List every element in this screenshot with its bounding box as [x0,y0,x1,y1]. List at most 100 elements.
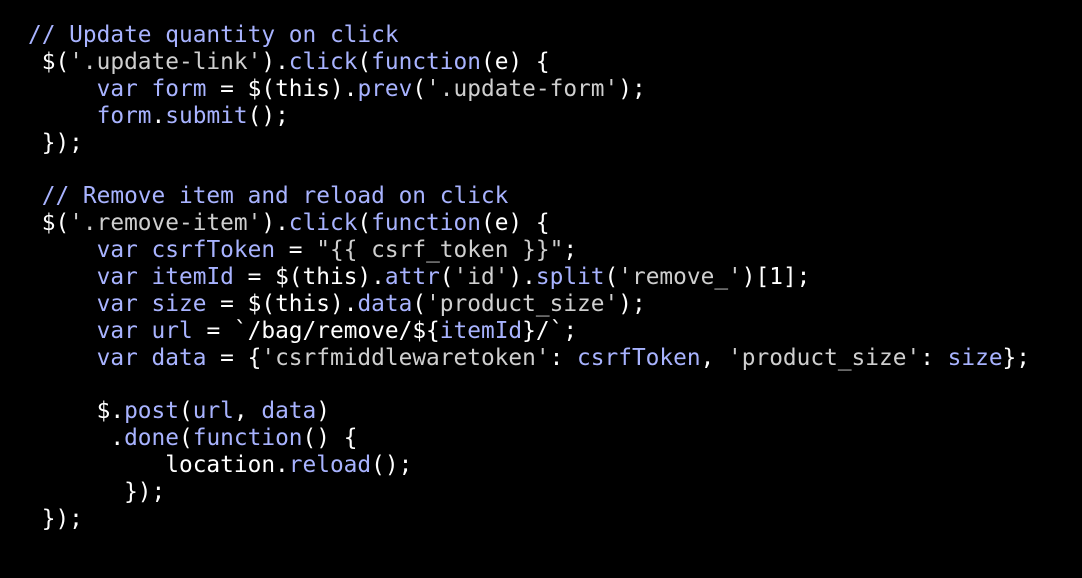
code-token-keyword: form [96,102,152,129]
code-line: var size = $(this).data('product_size'); [28,291,1030,318]
code-token-keyword: function [371,210,481,237]
code-token-plain: ( [178,398,193,425]
code-token-string: '.update-form' [426,75,619,102]
code-token-keyword: var [96,75,138,102]
code-token-plain: . [28,425,125,452]
code-line: .done(function() { [28,425,1030,452]
code-token-plain: }; [1002,344,1030,371]
code-token-plain: ) [316,398,330,425]
code-token-keyword: prev [357,75,413,102]
code-token-keyword: data [151,344,207,371]
code-token-plain: }/`; [522,317,578,344]
code-token-plain: (e) { [480,210,550,237]
code-token-keyword: var [96,237,138,264]
code-token-keyword: itemId [439,317,523,344]
code-token-plain: ( [178,425,193,452]
code-line: // Remove item and reload on click [28,183,1030,210]
code-token-string: 'id' [453,264,509,291]
code-line: location.reload(); [28,452,1030,479]
code-token-keyword: var [96,290,138,317]
code-token-plain: ; [563,237,578,264]
code-line: // Update quantity on click [28,22,1030,49]
code-token-plain: ( [439,264,454,291]
code-token-plain: (); [247,102,289,129]
code-token-keyword: click [288,48,358,75]
code-token-plain: = $(this). [206,75,358,102]
code-token-plain: = { [206,344,262,371]
code-token-plain: : [920,344,948,371]
code-token-plain: ( [604,264,619,291]
code-token-string: '.update-link' [69,48,262,75]
code-token-plain: }); [28,479,166,506]
code-line: $.post(url, data) [28,398,1030,425]
code-token-keyword: size [947,344,1003,371]
code-token-keyword: data [357,290,413,317]
code-token-plain: $( [28,48,70,75]
code-token-keyword: click [288,210,358,237]
code-token-plain: ). [261,210,289,237]
code-token-keyword: csrfToken [577,344,701,371]
code-token-plain: ( [412,290,427,317]
code-line: }); [28,506,1030,533]
code-token-plain: . [151,102,166,129]
code-token-string: 'product_size' [426,290,619,317]
code-token-plain: (e) { [480,48,550,75]
code-token-keyword: reload [288,452,372,479]
code-token-keyword: var [96,344,138,371]
code-token-keyword: url [192,398,234,425]
code-token-plain: , [700,344,729,371]
code-token-keyword: url [151,317,193,344]
code-token-plain: ( [357,210,372,237]
code-line: var data = {'csrfmiddlewaretoken': csrfT… [28,345,1030,372]
code-token-plain: ); [618,290,646,317]
code-token-keyword: size [151,290,207,317]
code-token-plain: = `/bag/remove/${ [192,317,440,344]
code-token-plain: )[1]; [741,264,811,291]
code-token-plain: = $(this). [206,290,358,317]
code-line: }); [28,130,1030,157]
code-token-string: 'product_size' [728,344,921,371]
code-token-string: 'remove_' [618,264,742,291]
code-token-plain: ( [357,48,372,75]
code-line: $('.update-link').click(function(e) { [28,49,1030,76]
code-token-plain: (); [371,452,413,479]
code-token-keyword: form [151,75,207,102]
code-token-plain: ). [508,264,536,291]
code-token-plain: ( [412,75,427,102]
code-line: }); [28,479,1030,506]
code-line: form.submit(); [28,103,1030,130]
code-token-plain: = $(this). [233,264,385,291]
code-token-keyword: done [124,425,179,452]
code-token-comment: // Remove item and reload on click [28,183,509,210]
code-line: var itemId = $(this).attr('id').split('r… [28,264,1030,291]
code-token-plain: , [233,398,262,425]
code-token-plain: : [549,344,578,371]
code-token-plain: ). [261,48,289,75]
code-token-string: '.remove-item' [69,210,262,237]
code-token-string: 'csrfmiddlewaretoken' [261,344,550,371]
code-line: var csrfToken = "{{ csrf_token }}"; [28,237,1030,264]
code-token-plain: $( [28,210,70,237]
code-token-keyword: function [371,48,481,75]
code-editor[interactable]: // Update quantity on click $('.update-l… [0,0,1082,578]
code-block[interactable]: // Update quantity on click $('.update-l… [28,22,1030,533]
code-token-keyword: itemId [151,264,234,291]
code-token-keyword: post [124,398,179,425]
code-line: var form = $(this).prev('.update-form'); [28,76,1030,103]
code-token-keyword: csrfToken [151,237,276,264]
code-token-plain: location. [28,452,289,479]
code-token-keyword: data [261,398,317,425]
code-token-keyword: attr [384,264,440,291]
code-token-keyword: var [96,264,138,291]
